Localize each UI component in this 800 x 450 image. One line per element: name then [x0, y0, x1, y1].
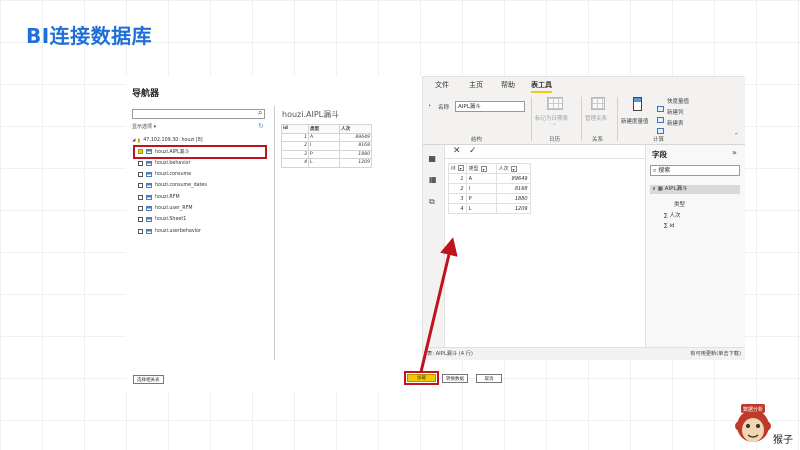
monkey-logo-icon: 数据分析 [735, 404, 771, 442]
annotation-arrow [419, 237, 458, 373]
logo-badge-text: 数据分析 [743, 406, 763, 413]
logo-text: 猴子 [773, 435, 793, 446]
